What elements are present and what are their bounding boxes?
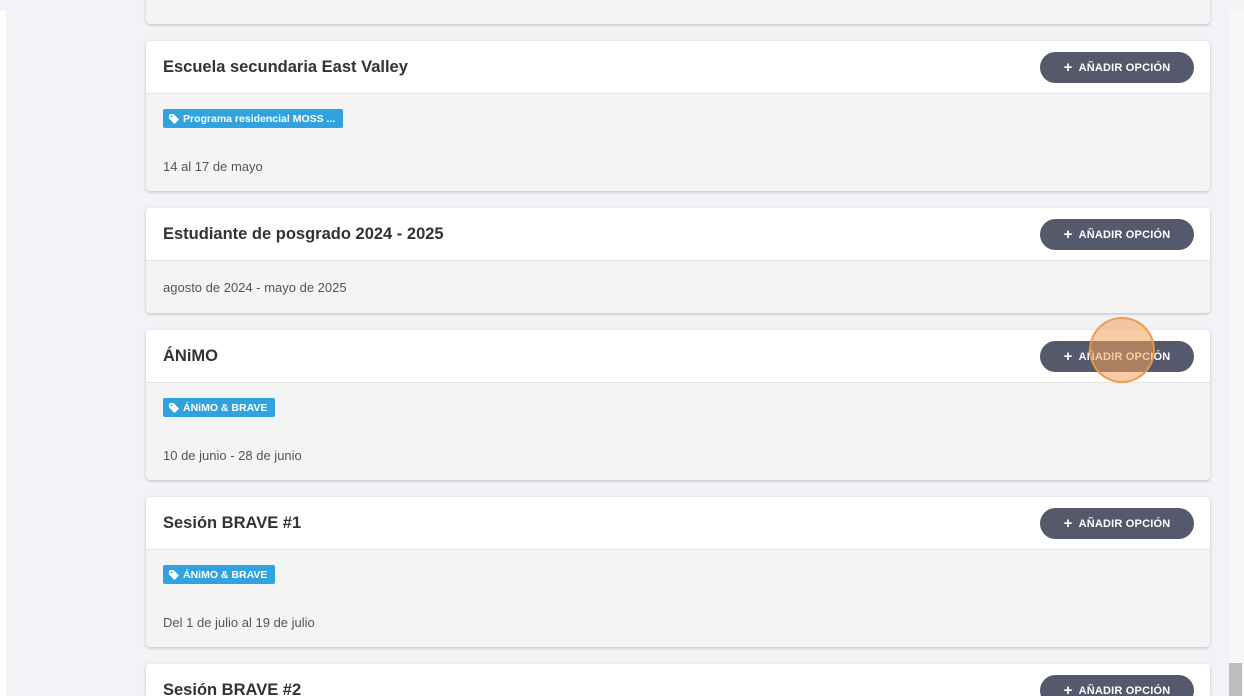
card-title: ÁNiMO	[163, 347, 218, 365]
scrollbar-thumb[interactable]	[1229, 663, 1242, 696]
card-date: 10 de junio - 28 de junio	[163, 448, 302, 463]
add-option-button[interactable]: + AÑADIR OPCIÓN	[1040, 508, 1194, 539]
program-tag[interactable]: Programa residencial MOSS ...	[163, 109, 344, 128]
card-title: Sesión BRAVE #2	[163, 681, 302, 696]
tag-label: ÁNiMO & BRAVE	[183, 568, 268, 581]
click-highlight-marker	[1089, 317, 1155, 383]
plus-icon: +	[1063, 225, 1073, 243]
add-option-button[interactable]: + AÑADIR OPCIÓN	[1040, 675, 1194, 696]
scrollbar-track[interactable]	[1230, 10, 1244, 696]
tag-icon	[169, 569, 179, 580]
tag-icon	[169, 402, 179, 413]
add-option-button[interactable]: + AÑADIR OPCIÓN	[1040, 52, 1194, 83]
plus-icon: +	[1063, 347, 1073, 365]
card-title: Sesión BRAVE #1	[163, 514, 302, 532]
card-header: Estudiante de posgrado 2024 - 2025 + AÑA…	[146, 208, 1210, 261]
tag-label: ÁNiMO & BRAVE	[183, 401, 268, 414]
card-header: Escuela secundaria East Valley + AÑADIR …	[146, 41, 1210, 94]
add-option-label: AÑADIR OPCIÓN	[1078, 228, 1171, 241]
add-option-button[interactable]: + AÑADIR OPCIÓN	[1040, 219, 1194, 250]
card-east-valley: Escuela secundaria East Valley + AÑADIR …	[146, 41, 1210, 191]
card-title: Estudiante de posgrado 2024 - 2025	[163, 225, 444, 243]
plus-icon: +	[1063, 58, 1073, 76]
tag-icon	[169, 113, 179, 124]
card-header: ÁNiMO + AÑADIR OPCIÓN	[146, 330, 1210, 383]
card-title: Escuela secundaria East Valley	[163, 58, 408, 76]
card-brave-1: Sesión BRAVE #1 + AÑADIR OPCIÓN ÁNiMO & …	[146, 497, 1210, 647]
card-partial-top	[146, 0, 1210, 24]
card-date: 14 al 17 de mayo	[163, 159, 263, 174]
add-option-label: AÑADIR OPCIÓN	[1078, 684, 1171, 696]
program-tag[interactable]: ÁNiMO & BRAVE	[163, 398, 276, 417]
plus-icon: +	[1063, 681, 1073, 696]
add-option-label: AÑADIR OPCIÓN	[1078, 517, 1171, 530]
tag-label: Programa residencial MOSS ...	[183, 112, 336, 125]
plus-icon: +	[1063, 514, 1073, 532]
card-date: Del 1 de julio al 19 de julio	[163, 615, 315, 630]
card-animo: ÁNiMO + AÑADIR OPCIÓN ÁNiMO & BRAVE 10 d…	[146, 330, 1210, 480]
card-posgrado: Estudiante de posgrado 2024 - 2025 + AÑA…	[146, 208, 1210, 313]
card-date: agosto de 2024 - mayo de 2025	[163, 280, 347, 295]
add-option-label: AÑADIR OPCIÓN	[1078, 61, 1171, 74]
program-tag[interactable]: ÁNiMO & BRAVE	[163, 565, 276, 584]
card-brave-2: Sesión BRAVE #2 + AÑADIR OPCIÓN	[146, 664, 1210, 696]
card-header: Sesión BRAVE #2 + AÑADIR OPCIÓN	[146, 664, 1210, 696]
card-header: Sesión BRAVE #1 + AÑADIR OPCIÓN	[146, 497, 1210, 550]
